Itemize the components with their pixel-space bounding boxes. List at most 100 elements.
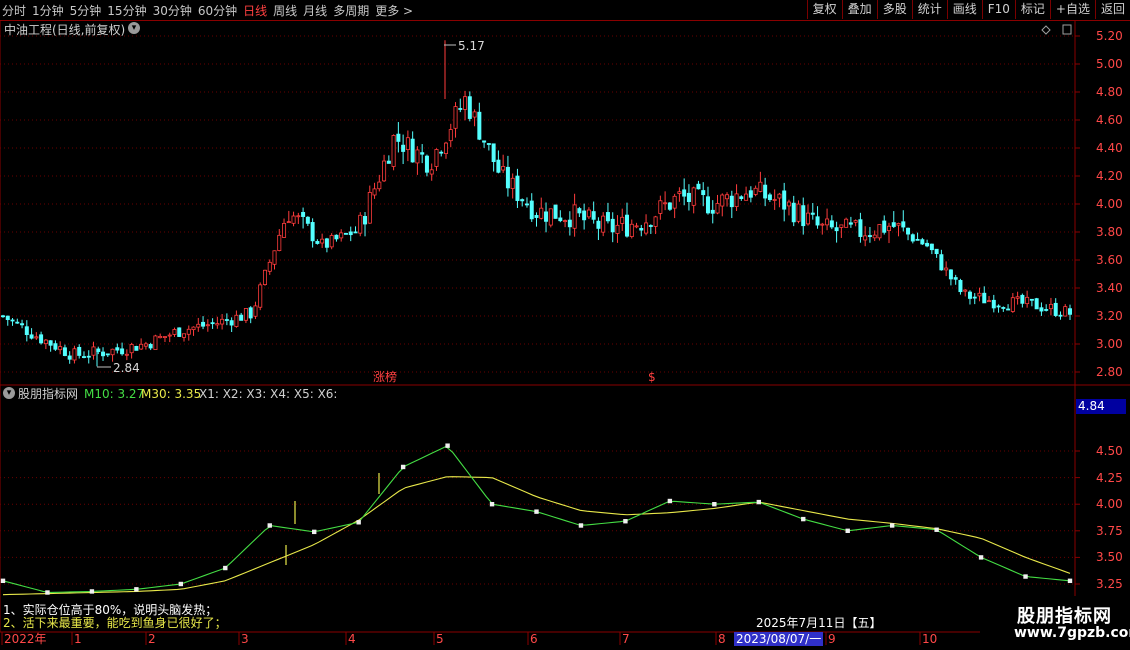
candle-body	[520, 199, 525, 202]
candle-body	[544, 211, 549, 222]
candle-body	[967, 291, 972, 299]
candle-body	[234, 314, 239, 327]
candle-body	[386, 160, 391, 164]
candle-body	[977, 292, 982, 297]
time-label: 1	[74, 632, 82, 646]
candle-body	[796, 203, 801, 222]
candle-body	[810, 212, 815, 215]
candle-body	[753, 187, 758, 195]
m10-marker	[45, 590, 50, 595]
stock-chart[interactable]	[0, 0, 1130, 650]
candle-body	[853, 220, 858, 223]
candle-body	[629, 223, 634, 237]
note-line-2: 2、活下来最重要，能吃到鱼身已很好了；	[3, 616, 227, 630]
candle-body	[934, 248, 939, 255]
candle-body	[43, 339, 48, 345]
candle-body	[548, 208, 553, 226]
candle-body	[991, 299, 996, 309]
title-dropdown-icon[interactable]: ▾	[128, 22, 140, 34]
indicator-dropdown-icon[interactable]: ▾	[3, 387, 15, 399]
candle-body	[1044, 309, 1049, 311]
candle-body	[272, 250, 277, 265]
candle-body	[67, 355, 72, 360]
m10-marker	[445, 443, 450, 448]
candle-body	[358, 214, 363, 234]
time-label: 5	[436, 632, 444, 646]
candle-body	[806, 212, 811, 225]
candle-body	[105, 353, 110, 356]
candle-body	[744, 193, 749, 201]
candle-body	[534, 215, 539, 218]
candle-body	[467, 96, 472, 119]
candle-body	[667, 202, 672, 210]
candle-body	[439, 151, 444, 154]
candle-body	[725, 194, 730, 200]
candle-body	[834, 227, 839, 232]
candle-body	[434, 149, 439, 167]
candle-body	[948, 269, 953, 280]
candle-body	[1039, 307, 1044, 312]
m10-marker	[0, 578, 6, 584]
time-label: 3	[241, 632, 249, 646]
candle-body	[882, 220, 887, 233]
m10-marker	[978, 555, 984, 560]
time-label: 9	[828, 632, 836, 646]
main-ytick-label: 3.80	[1096, 225, 1123, 239]
main-ytick-label: 3.40	[1096, 281, 1123, 295]
candle-body	[129, 344, 134, 354]
m10-legend: M10: 3.27	[84, 387, 145, 401]
candle-body	[301, 211, 306, 217]
candle-body	[505, 166, 510, 189]
candle-body	[620, 216, 625, 224]
candle-body	[848, 222, 853, 225]
candle-body	[572, 204, 577, 229]
candle-body	[729, 195, 734, 208]
candle-body	[915, 238, 920, 241]
candle-body	[705, 196, 710, 214]
candle-body	[324, 238, 329, 248]
candle-body	[310, 222, 315, 242]
candle-body	[1053, 302, 1058, 316]
indicator-lines	[0, 443, 1073, 596]
candle-body	[296, 215, 301, 218]
window-icon[interactable]	[1062, 24, 1072, 35]
high-price-label: 5.17	[458, 39, 485, 53]
candle-body	[53, 343, 58, 350]
candle-body	[81, 356, 86, 358]
candle-body	[820, 223, 825, 226]
m10-marker	[1067, 578, 1073, 584]
candle-body	[672, 195, 677, 209]
candle-body	[191, 326, 196, 331]
candle-body	[877, 224, 882, 239]
candle-body	[39, 334, 44, 344]
candle-body	[101, 351, 106, 357]
candle-body	[401, 144, 406, 152]
candle-body	[1048, 303, 1053, 310]
candle-body	[1068, 308, 1073, 315]
candle-body	[701, 190, 706, 196]
candle-body	[944, 267, 949, 271]
candle-body	[615, 224, 620, 234]
candle-body	[872, 234, 877, 239]
candle-body	[539, 207, 544, 219]
candle-body	[925, 242, 930, 247]
m10-marker	[356, 520, 361, 525]
candle-body	[1020, 294, 1025, 304]
candlesticks	[0, 40, 1073, 367]
candle-body	[329, 235, 334, 248]
diamond-icon[interactable]	[1041, 25, 1051, 35]
candle-body	[648, 225, 653, 227]
m10-marker	[889, 523, 895, 528]
dollar-marker: $	[648, 370, 656, 384]
candle-body	[415, 149, 420, 164]
m10-marker	[178, 581, 184, 587]
candle-body	[596, 220, 601, 229]
time-label: 8	[718, 632, 726, 646]
candle-body	[382, 160, 387, 182]
m30-legend: M30: 3.35	[141, 387, 202, 401]
candle-body	[748, 190, 753, 198]
candle-body	[963, 289, 968, 292]
main-ytick-label: 4.80	[1096, 85, 1123, 99]
candle-body	[205, 324, 210, 327]
candle-body	[605, 212, 610, 222]
